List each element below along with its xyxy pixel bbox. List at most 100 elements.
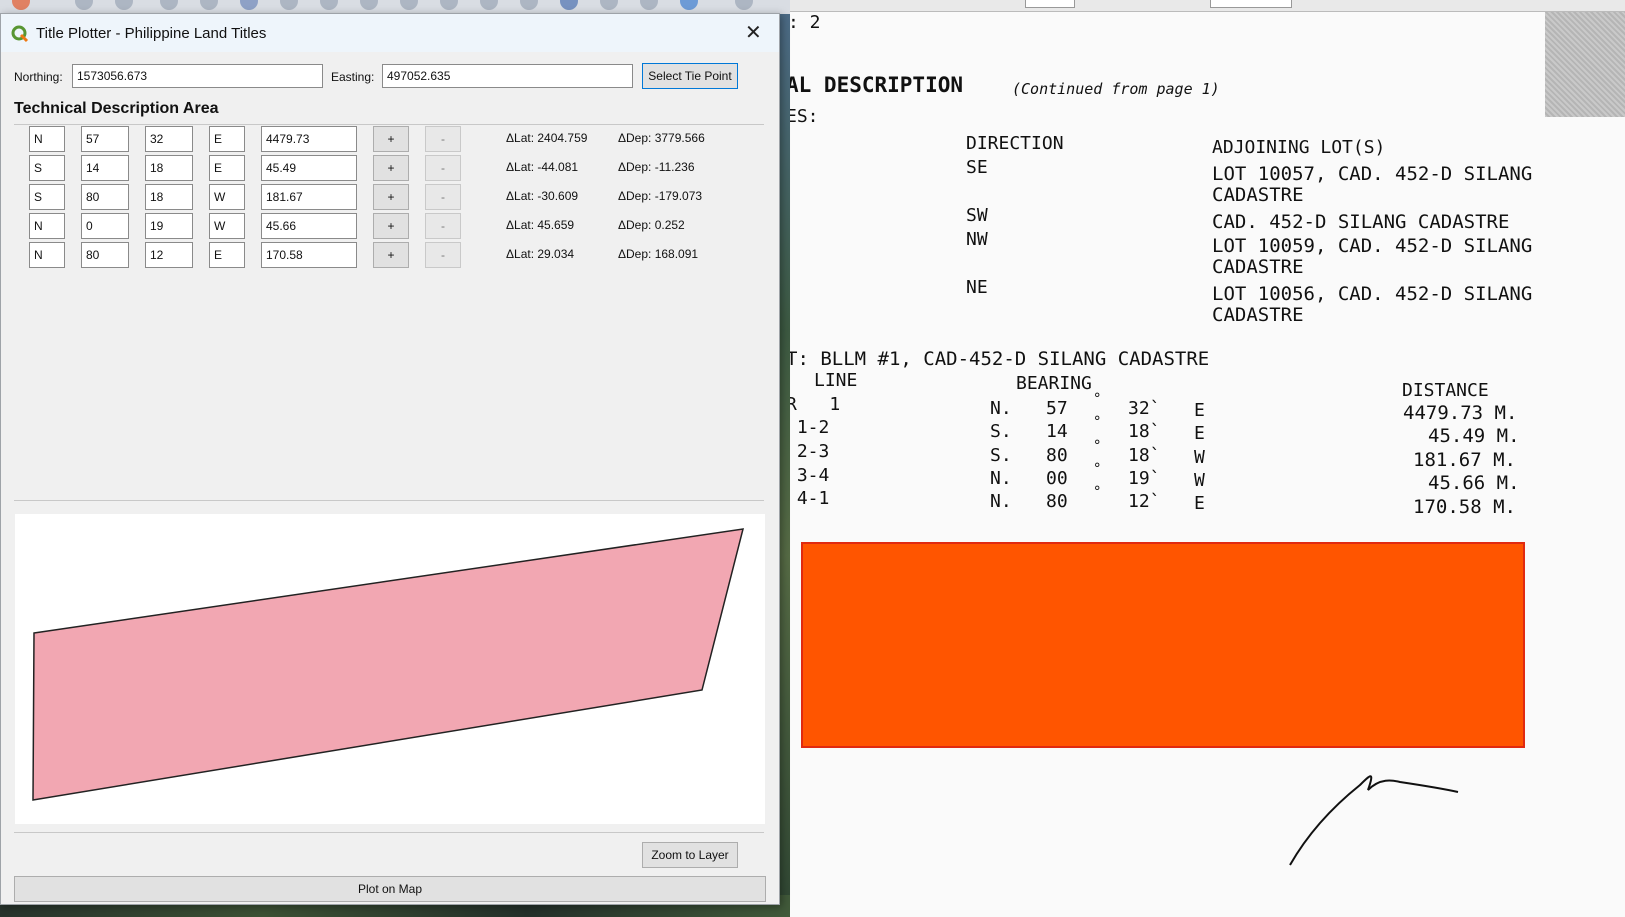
plot-on-map-button[interactable]: Plot on Map	[14, 876, 766, 902]
remove-row-button[interactable]: -	[425, 242, 461, 268]
degrees-input[interactable]	[81, 126, 129, 152]
bearing-ns: S.	[990, 445, 1012, 466]
pan-to-selection-icon[interactable]	[115, 0, 133, 10]
bearing-min: 32`	[1128, 398, 1161, 419]
ew-input[interactable]	[209, 242, 245, 268]
zoom-native-icon[interactable]	[360, 0, 378, 10]
dialog-titlebar[interactable]: Title Plotter - Philippine Land Titles ✕	[1, 14, 779, 52]
dialog-title: Title Plotter - Philippine Land Titles	[36, 25, 267, 42]
degree-glyph: °	[1093, 414, 1102, 430]
adjoining-lot: CAD. 452-D SILANG CADASTRE	[1212, 211, 1510, 233]
ns-input[interactable]	[29, 126, 65, 152]
bearing-line: 1-2	[790, 417, 830, 438]
bearing-distance: 45.66 M.	[1428, 472, 1520, 494]
distance-input[interactable]	[261, 126, 357, 152]
delta-lat: ΔLat: 29.034	[506, 247, 575, 261]
minutes-input[interactable]	[145, 155, 193, 181]
distance-input[interactable]	[261, 155, 357, 181]
bearing-ew: E	[1194, 423, 1205, 444]
minutes-input[interactable]	[145, 126, 193, 152]
zoom-selection-icon[interactable]	[280, 0, 298, 10]
digitize-icon[interactable]	[12, 0, 30, 10]
bearing-ns: N.	[990, 491, 1012, 512]
minutes-input[interactable]	[145, 242, 193, 268]
add-row-button[interactable]: +	[373, 242, 409, 268]
ns-input[interactable]	[29, 213, 65, 239]
page-number-box[interactable]	[1025, 0, 1075, 8]
easting-input[interactable]	[382, 64, 633, 88]
add-row-button[interactable]: +	[373, 126, 409, 152]
delta-lat: ΔLat: 2404.759	[506, 131, 588, 145]
section-title: Technical Description Area	[14, 100, 219, 117]
document-viewer-toolbar	[790, 0, 1625, 12]
delta-dep: ΔDep: -11.236	[618, 160, 695, 174]
qgis-logo-icon	[11, 25, 29, 43]
redaction-box	[801, 542, 1525, 748]
delta-dep: ΔDep: -179.073	[618, 189, 703, 203]
ew-input[interactable]	[209, 155, 245, 181]
distance-input[interactable]	[261, 213, 357, 239]
zoom-out-icon[interactable]	[200, 0, 218, 10]
delta-lat: ΔLat: -30.609	[506, 189, 579, 203]
new-map-view-icon[interactable]	[480, 0, 498, 10]
preview-bottom-divider	[14, 832, 764, 833]
clock-icon[interactable]	[640, 0, 658, 10]
minutes-input[interactable]	[145, 184, 193, 210]
northing-input[interactable]	[72, 64, 323, 88]
temporal-icon[interactable]	[560, 0, 578, 10]
bearing-ew: E	[1194, 493, 1205, 514]
bearing-distance: 170.58 M.	[1413, 496, 1516, 518]
close-icon[interactable]: ✕	[745, 23, 762, 43]
ns-input[interactable]	[29, 242, 65, 268]
degrees-input[interactable]	[81, 184, 129, 210]
remove-row-button[interactable]: -	[425, 155, 461, 181]
bearing-ew: W	[1194, 470, 1205, 491]
distance-input[interactable]	[261, 242, 357, 268]
zoom-in-icon[interactable]	[160, 0, 178, 10]
zoom-box[interactable]	[1210, 0, 1292, 8]
add-row-button[interactable]: +	[373, 155, 409, 181]
adjoining-lot-cont: CADASTRE	[1212, 184, 1304, 206]
select-tie-point-button[interactable]: Select Tie Point	[642, 63, 738, 89]
identify-icon[interactable]	[735, 0, 753, 10]
adjoining-dir: NW	[966, 229, 988, 250]
zoom-to-layer-button[interactable]: Zoom to Layer	[642, 842, 738, 868]
pan-hand-icon[interactable]	[75, 0, 93, 10]
bearing-ew: W	[1194, 447, 1205, 468]
northing-label: Northing:	[14, 70, 63, 84]
degrees-input[interactable]	[81, 213, 129, 239]
distance-input[interactable]	[261, 184, 357, 210]
remove-row-button[interactable]: -	[425, 184, 461, 210]
degrees-input[interactable]	[81, 242, 129, 268]
bearing-line: 3-4	[790, 465, 830, 486]
degree-glyph: °	[1093, 461, 1102, 477]
bookmark-icon[interactable]	[520, 0, 538, 10]
ns-input[interactable]	[29, 155, 65, 181]
minutes-input[interactable]	[145, 213, 193, 239]
direction-header: DIRECTION	[966, 133, 1064, 154]
adjoining-header: ADJOINING LOT(S)	[1212, 137, 1386, 158]
ew-input[interactable]	[209, 213, 245, 239]
remove-row-button[interactable]: -	[425, 213, 461, 239]
add-row-button[interactable]: +	[373, 184, 409, 210]
refresh-icon[interactable]	[680, 0, 698, 10]
section-divider	[14, 124, 764, 125]
remove-row-button[interactable]: -	[425, 126, 461, 152]
lot-polygon	[32, 528, 745, 801]
ns-input[interactable]	[29, 184, 65, 210]
ew-input[interactable]	[209, 126, 245, 152]
add-row-button[interactable]: +	[373, 213, 409, 239]
bearing-entry-row: + - ΔLat: 2404.759 ΔDep: 3779.566	[29, 126, 749, 152]
degree-glyph: °	[1093, 484, 1102, 500]
zoom-last-icon[interactable]	[400, 0, 418, 10]
degrees-input[interactable]	[81, 155, 129, 181]
zoom-layer-icon[interactable]	[320, 0, 338, 10]
bearing-deg: 80	[1046, 445, 1068, 466]
scanned-document: : 2 AL DESCRIPTION (Continued from page …	[790, 0, 1625, 917]
title-plotter-dialog: Title Plotter - Philippine Land Titles ✕…	[0, 13, 780, 905]
spatial-bookmark-icon[interactable]	[600, 0, 618, 10]
zoom-next-icon[interactable]	[440, 0, 458, 10]
ew-input[interactable]	[209, 184, 245, 210]
zoom-full-icon[interactable]	[240, 0, 258, 10]
adjoining-lot: LOT 10057, CAD. 452-D SILANG	[1212, 163, 1533, 185]
